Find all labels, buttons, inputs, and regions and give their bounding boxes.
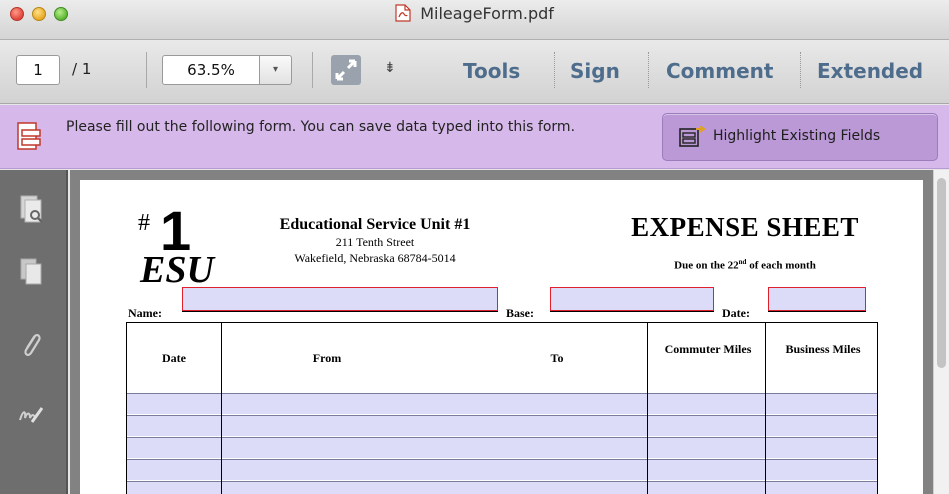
form-fields-icon: [17, 122, 41, 150]
header-from: From: [312, 351, 342, 365]
toolbar-separator: [554, 52, 555, 88]
page-total: / 1: [72, 60, 92, 78]
toolbar: 1 / 1 63.5% ▾ ⇟ Tools Sign Comment Exten…: [0, 40, 949, 104]
scrollbar-thumb[interactable]: [937, 178, 946, 368]
current-page-input[interactable]: 1: [16, 55, 60, 85]
mileage-table: Date From To Commuter Miles Business Mil…: [126, 322, 878, 494]
base-field[interactable]: [550, 287, 714, 311]
attachments-icon[interactable]: [18, 330, 44, 360]
tools-pane-button[interactable]: Tools: [463, 59, 520, 83]
fit-page-button[interactable]: [330, 54, 362, 86]
signature-icon[interactable]: [18, 398, 44, 428]
highlight-existing-fields-label: Highlight Existing Fields: [713, 128, 881, 144]
window-title: MileageForm.pdf: [0, 4, 949, 23]
name-label: Name:: [128, 306, 162, 320]
copy-pages-icon[interactable]: [18, 256, 44, 286]
name-underline: [182, 311, 498, 312]
zoom-input[interactable]: 63.5%: [162, 55, 260, 85]
form-message-text: Please fill out the following form. You …: [66, 119, 576, 135]
navigation-sidebar: [0, 170, 68, 494]
extended-pane-button[interactable]: Extended: [817, 59, 923, 83]
sheet-due-note: Due on the 22nd of each month: [595, 258, 895, 272]
esu-logo: # 1 ESU: [138, 204, 217, 292]
highlight-fields-icon: [679, 126, 705, 147]
header-to: To: [550, 351, 564, 365]
header-date: Date: [162, 351, 186, 365]
highlight-existing-fields-button[interactable]: Highlight Existing Fields: [662, 113, 938, 161]
logo-text: ESU: [139, 249, 216, 291]
title-bar: MileageForm.pdf: [0, 0, 949, 40]
logo-hash: #: [138, 210, 150, 236]
page-thumbnails-icon[interactable]: [18, 194, 44, 224]
window-title-text: MileageForm.pdf: [420, 4, 554, 23]
toolbar-separator: [648, 52, 649, 88]
pdf-file-icon: [395, 4, 411, 22]
sign-pane-button[interactable]: Sign: [570, 59, 620, 83]
sheet-title: EXPENSE SHEET: [631, 212, 859, 242]
date-label: Date:: [722, 306, 750, 320]
header-commuter-miles: Commuter Miles: [664, 342, 752, 356]
date-underline: [768, 311, 866, 312]
vertical-scrollbar[interactable]: [933, 170, 949, 494]
date-field[interactable]: [768, 287, 866, 311]
more-tools-dropdown[interactable]: ⇟: [384, 60, 396, 76]
header-business-miles: Business Miles: [785, 342, 861, 356]
toolbar-separator: [312, 52, 313, 88]
base-underline: [550, 311, 714, 312]
column-divider: [647, 323, 648, 494]
zoom-dropdown-button[interactable]: ▾: [260, 55, 292, 85]
base-label: Base:: [506, 306, 534, 320]
organization-block: Educational Service Unit #1 211 Tenth St…: [255, 216, 495, 266]
due-suffix: of each month: [746, 259, 816, 272]
organization-address-line2: Wakefield, Nebraska 68784-5014: [294, 251, 456, 265]
chevron-down-icon: ▾: [272, 64, 279, 75]
toolbar-separator: [146, 52, 147, 88]
column-divider: [221, 323, 222, 494]
pdf-page: # 1 ESU Educational Service Unit #1 211 …: [80, 180, 923, 494]
toolbar-separator: [800, 52, 801, 88]
organization-address-line1: 211 Tenth Street: [335, 235, 415, 249]
name-field[interactable]: [182, 287, 498, 311]
form-message-bar: Please fill out the following form. You …: [0, 105, 949, 169]
document-viewer[interactable]: # 1 ESU Educational Service Unit #1 211 …: [70, 170, 933, 494]
column-divider: [765, 323, 766, 494]
organization-name: Educational Service Unit #1: [279, 216, 471, 233]
comment-pane-button[interactable]: Comment: [666, 59, 773, 83]
due-prefix: Due on the 22: [674, 259, 739, 272]
